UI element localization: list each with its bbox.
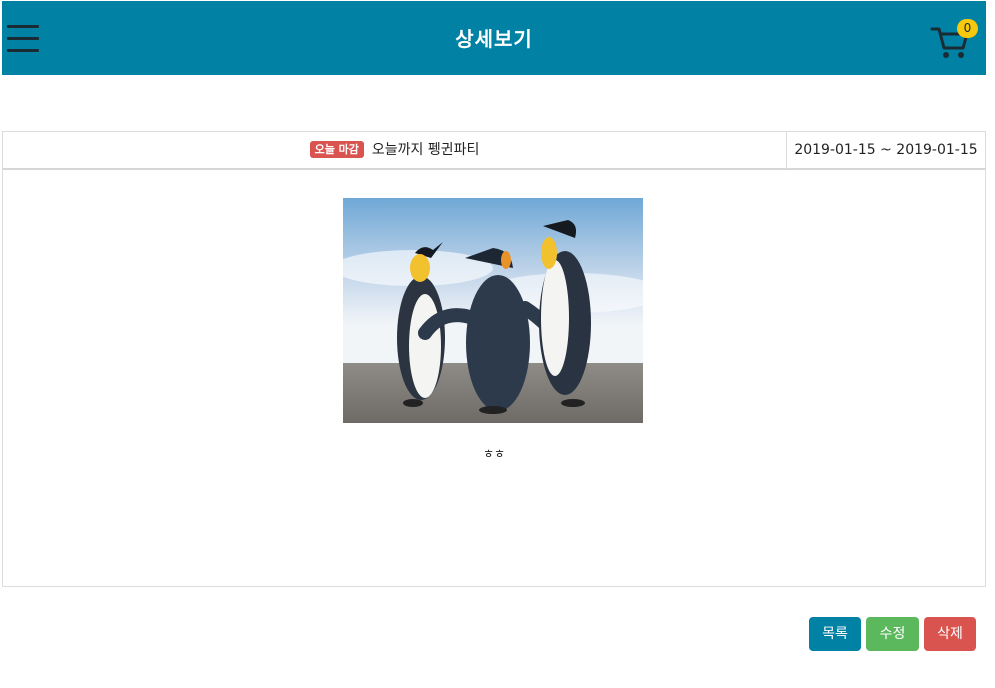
- cart-count-badge: 0: [957, 19, 978, 38]
- edit-button[interactable]: 수정: [866, 617, 919, 651]
- app-header: 상세보기 0: [2, 1, 986, 75]
- event-info-row: 오늘 마감 오늘까지 펭귄파티 2019-01-15 ~ 2019-01-15: [2, 131, 986, 170]
- event-date-range: 2019-01-15 ~ 2019-01-15: [786, 132, 985, 169]
- event-photo: [343, 198, 643, 423]
- event-content-text: ㅎㅎ: [482, 447, 506, 461]
- page-title: 상세보기: [455, 27, 533, 51]
- event-content: ㅎㅎ: [2, 169, 986, 587]
- event-title: 오늘까지 펭귄파티: [371, 142, 480, 158]
- delete-button[interactable]: 삭제: [924, 617, 976, 651]
- list-button[interactable]: 목록: [809, 617, 861, 651]
- event-title-cell: 오늘 마감 오늘까지 펭귄파티: [3, 132, 786, 169]
- deadline-badge: 오늘 마감: [309, 141, 364, 158]
- cart-button[interactable]: 0: [930, 19, 978, 59]
